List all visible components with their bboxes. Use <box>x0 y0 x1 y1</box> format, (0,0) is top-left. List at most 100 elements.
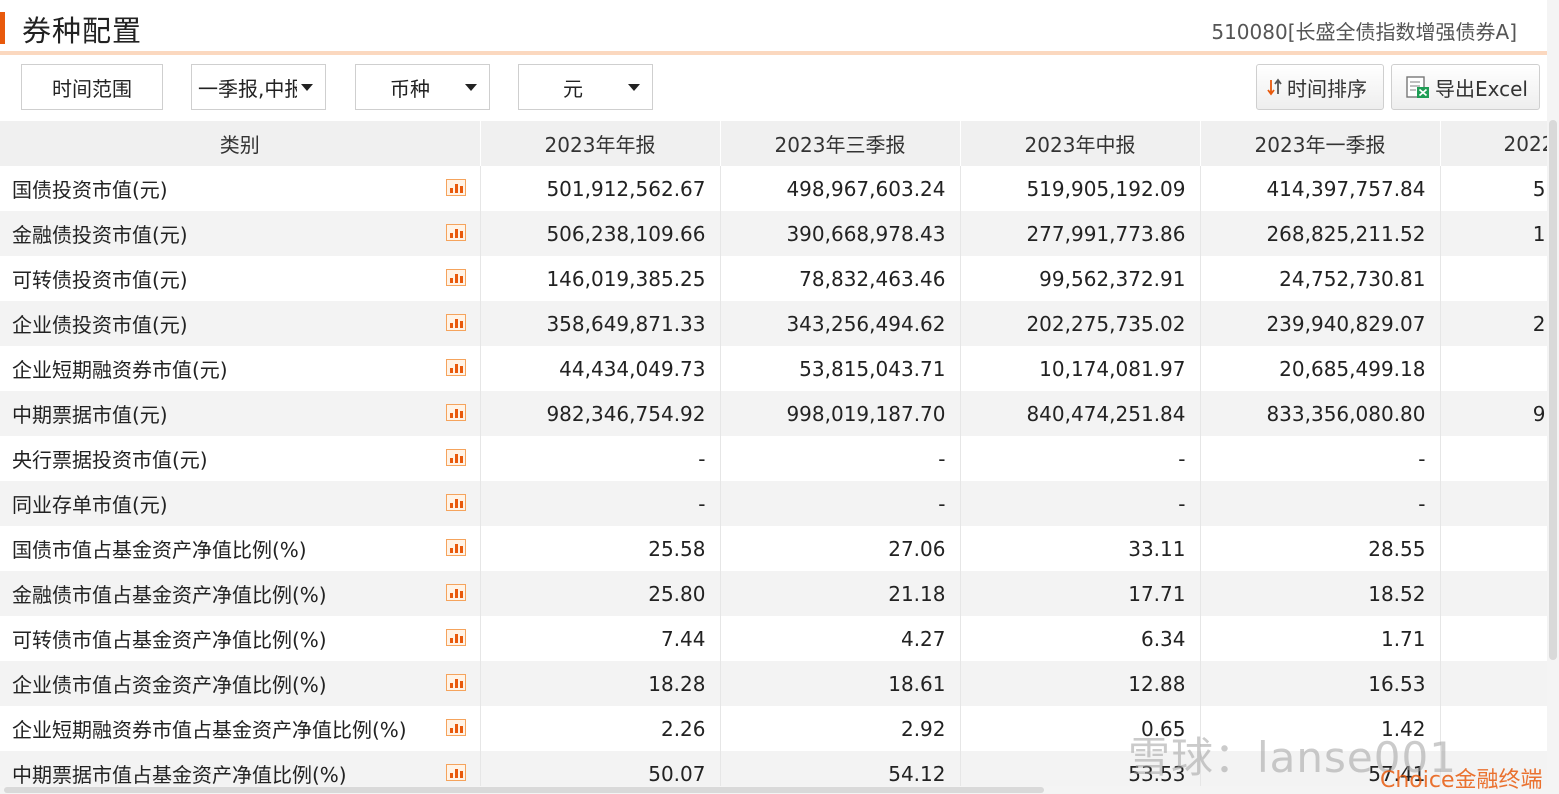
row-value-cell: 6.34 <box>960 616 1201 661</box>
bar-chart-icon[interactable] <box>445 494 466 511</box>
row-category-cell: 国债市值占基金资产净值比例(%) <box>0 526 481 571</box>
bar-chart-icon[interactable] <box>445 314 466 331</box>
row-value-cell: 7.44 <box>480 616 721 661</box>
bar-chart-icon[interactable] <box>445 674 466 691</box>
horizontal-scrollbar[interactable] <box>0 786 1547 794</box>
currency-label: 币种 <box>390 76 430 101</box>
row-category-label: 可转债投资市值(元) <box>12 268 188 292</box>
row-value-cell: 53,815,043.71 <box>720 346 961 391</box>
row-category-cell: 同业存单市值(元) <box>0 481 481 526</box>
row-value-cell: 982,346,754.92 <box>480 391 721 436</box>
row-value-cell: 146,019,385.25 <box>480 256 721 301</box>
row-category-label: 企业债市值占资金资产净值比例(%) <box>12 673 327 697</box>
horizontal-scrollbar-thumb[interactable] <box>4 787 1044 793</box>
row-value-cell: 20,685,499.18 <box>1200 346 1441 391</box>
row-value-cell: 18.28 <box>480 661 721 706</box>
row-value-cell: 5 <box>1440 166 1547 211</box>
column-header-2023-q1[interactable]: 2023年一季报 <box>1200 121 1441 166</box>
row-value-cell: 506,238,109.66 <box>480 211 721 256</box>
table-row: 可转债投资市值(元) 146,019,385.25 78,832,463.46 99,… <box>0 256 1547 301</box>
chevron-down-icon <box>628 84 640 91</box>
column-header-2022[interactable]: 2022 <box>1440 121 1547 166</box>
row-category-label: 中期票据市值(元) <box>12 403 168 427</box>
report-type-select[interactable]: 一季报,中报 <box>191 64 326 110</box>
row-value-cell <box>1440 571 1547 616</box>
bar-chart-icon[interactable] <box>445 539 466 556</box>
table-row: 央行票据投资市值(元) - - - - <box>0 436 1547 481</box>
row-value-cell: - <box>1200 481 1441 526</box>
row-value-cell: - <box>480 436 721 481</box>
row-value-cell: - <box>720 436 961 481</box>
row-category-cell: 企业短期融资券市值(元) <box>0 346 481 391</box>
row-value-cell: 239,940,829.07 <box>1200 301 1441 346</box>
row-value-cell: 343,256,494.62 <box>720 301 961 346</box>
row-value-cell: 28.55 <box>1200 526 1441 571</box>
row-value-cell: 840,474,251.84 <box>960 391 1201 436</box>
bar-chart-icon[interactable] <box>445 584 466 601</box>
fund-name: 510080[长盛全债指数增强债券A] <box>1211 20 1517 44</box>
row-value-cell <box>1440 526 1547 571</box>
row-value-cell: 519,905,192.09 <box>960 166 1201 211</box>
time-range-button[interactable]: 时间范围 <box>21 64 163 110</box>
table-row: 企业债市值占资金资产净值比例(%) 18.28 18.61 12.88 16.53 <box>0 661 1547 706</box>
table-header-row: 类别 2023年年报 2023年三季报 2023年中报 2023年一季报 202… <box>0 121 1547 166</box>
row-value-cell: 44,434,049.73 <box>480 346 721 391</box>
row-value-cell: 9 <box>1440 391 1547 436</box>
bar-chart-icon[interactable] <box>445 359 466 376</box>
column-header-category[interactable]: 类别 <box>0 121 481 166</box>
row-value-cell: 33.11 <box>960 526 1201 571</box>
bar-chart-icon[interactable] <box>445 629 466 646</box>
row-category-label: 企业债投资市值(元) <box>12 313 188 337</box>
column-header-2023-q3[interactable]: 2023年三季报 <box>720 121 961 166</box>
row-value-cell: 78,832,463.46 <box>720 256 961 301</box>
row-value-cell: 268,825,211.52 <box>1200 211 1441 256</box>
time-sort-button[interactable]: 时间排序 <box>1256 64 1384 110</box>
bar-chart-icon[interactable] <box>445 224 466 241</box>
vertical-scrollbar[interactable] <box>1547 0 1559 794</box>
table-row: 企业短期融资券市值(元) 44,434,049.73 53,815,043.71 10… <box>0 346 1547 391</box>
column-header-2023-interim[interactable]: 2023年中报 <box>960 121 1201 166</box>
row-value-cell: - <box>960 481 1201 526</box>
bar-chart-icon[interactable] <box>445 404 466 421</box>
row-value-cell: 2.92 <box>720 706 961 751</box>
column-header-2023-annual[interactable]: 2023年年报 <box>480 121 721 166</box>
row-value-cell <box>1440 661 1547 706</box>
toolbar: 时间范围 一季报,中报 币种 元 时间排序 导出Excel <box>0 55 1547 121</box>
row-category-cell: 中期票据市值(元) <box>0 391 481 436</box>
table-row: 同业存单市值(元) - - - - <box>0 481 1547 526</box>
row-category-cell: 金融债市值占基金资产净值比例(%) <box>0 571 481 616</box>
row-value-cell: 16.53 <box>1200 661 1441 706</box>
page-title: 券种配置 <box>22 14 143 48</box>
unit-select[interactable]: 元 <box>518 64 653 110</box>
table-row: 可转债市值占基金资产净值比例(%) 7.44 4.27 6.34 1.71 <box>0 616 1547 661</box>
table-row: 中期票据市值(元) 982,346,754.92 998,019,187.70 840… <box>0 391 1547 436</box>
export-excel-button[interactable]: 导出Excel <box>1391 64 1540 110</box>
sort-arrows-icon <box>1267 78 1282 96</box>
row-category-label: 企业短期融资券市值(元) <box>12 358 228 382</box>
row-value-cell: 833,356,080.80 <box>1200 391 1441 436</box>
chevron-down-icon <box>301 84 313 91</box>
bar-chart-icon[interactable] <box>445 764 466 781</box>
row-value-cell <box>1440 256 1547 301</box>
row-value-cell: 390,668,978.43 <box>720 211 961 256</box>
row-category-cell: 国债投资市值(元) <box>0 166 481 211</box>
excel-icon <box>1406 76 1429 98</box>
row-value-cell: 498,967,603.24 <box>720 166 961 211</box>
vertical-scrollbar-thumb[interactable] <box>1549 120 1557 660</box>
row-value-cell: 12.88 <box>960 661 1201 706</box>
row-value-cell: 18.61 <box>720 661 961 706</box>
bar-chart-icon[interactable] <box>445 269 466 286</box>
bar-chart-icon[interactable] <box>445 179 466 196</box>
row-value-cell: 27.06 <box>720 526 961 571</box>
row-value-cell: 202,275,735.02 <box>960 301 1201 346</box>
row-category-cell: 央行票据投资市值(元) <box>0 436 481 481</box>
bar-chart-icon[interactable] <box>445 449 466 466</box>
row-value-cell: 2 <box>1440 301 1547 346</box>
row-category-label: 中期票据市值占基金资产净值比例(%) <box>12 763 347 787</box>
row-value-cell: 24,752,730.81 <box>1200 256 1441 301</box>
row-value-cell: 2.26 <box>480 706 721 751</box>
time-sort-label: 时间排序 <box>1287 76 1367 101</box>
currency-select[interactable]: 币种 <box>355 64 490 110</box>
bar-chart-icon[interactable] <box>445 719 466 736</box>
row-category-label: 金融债投资市值(元) <box>12 223 188 247</box>
